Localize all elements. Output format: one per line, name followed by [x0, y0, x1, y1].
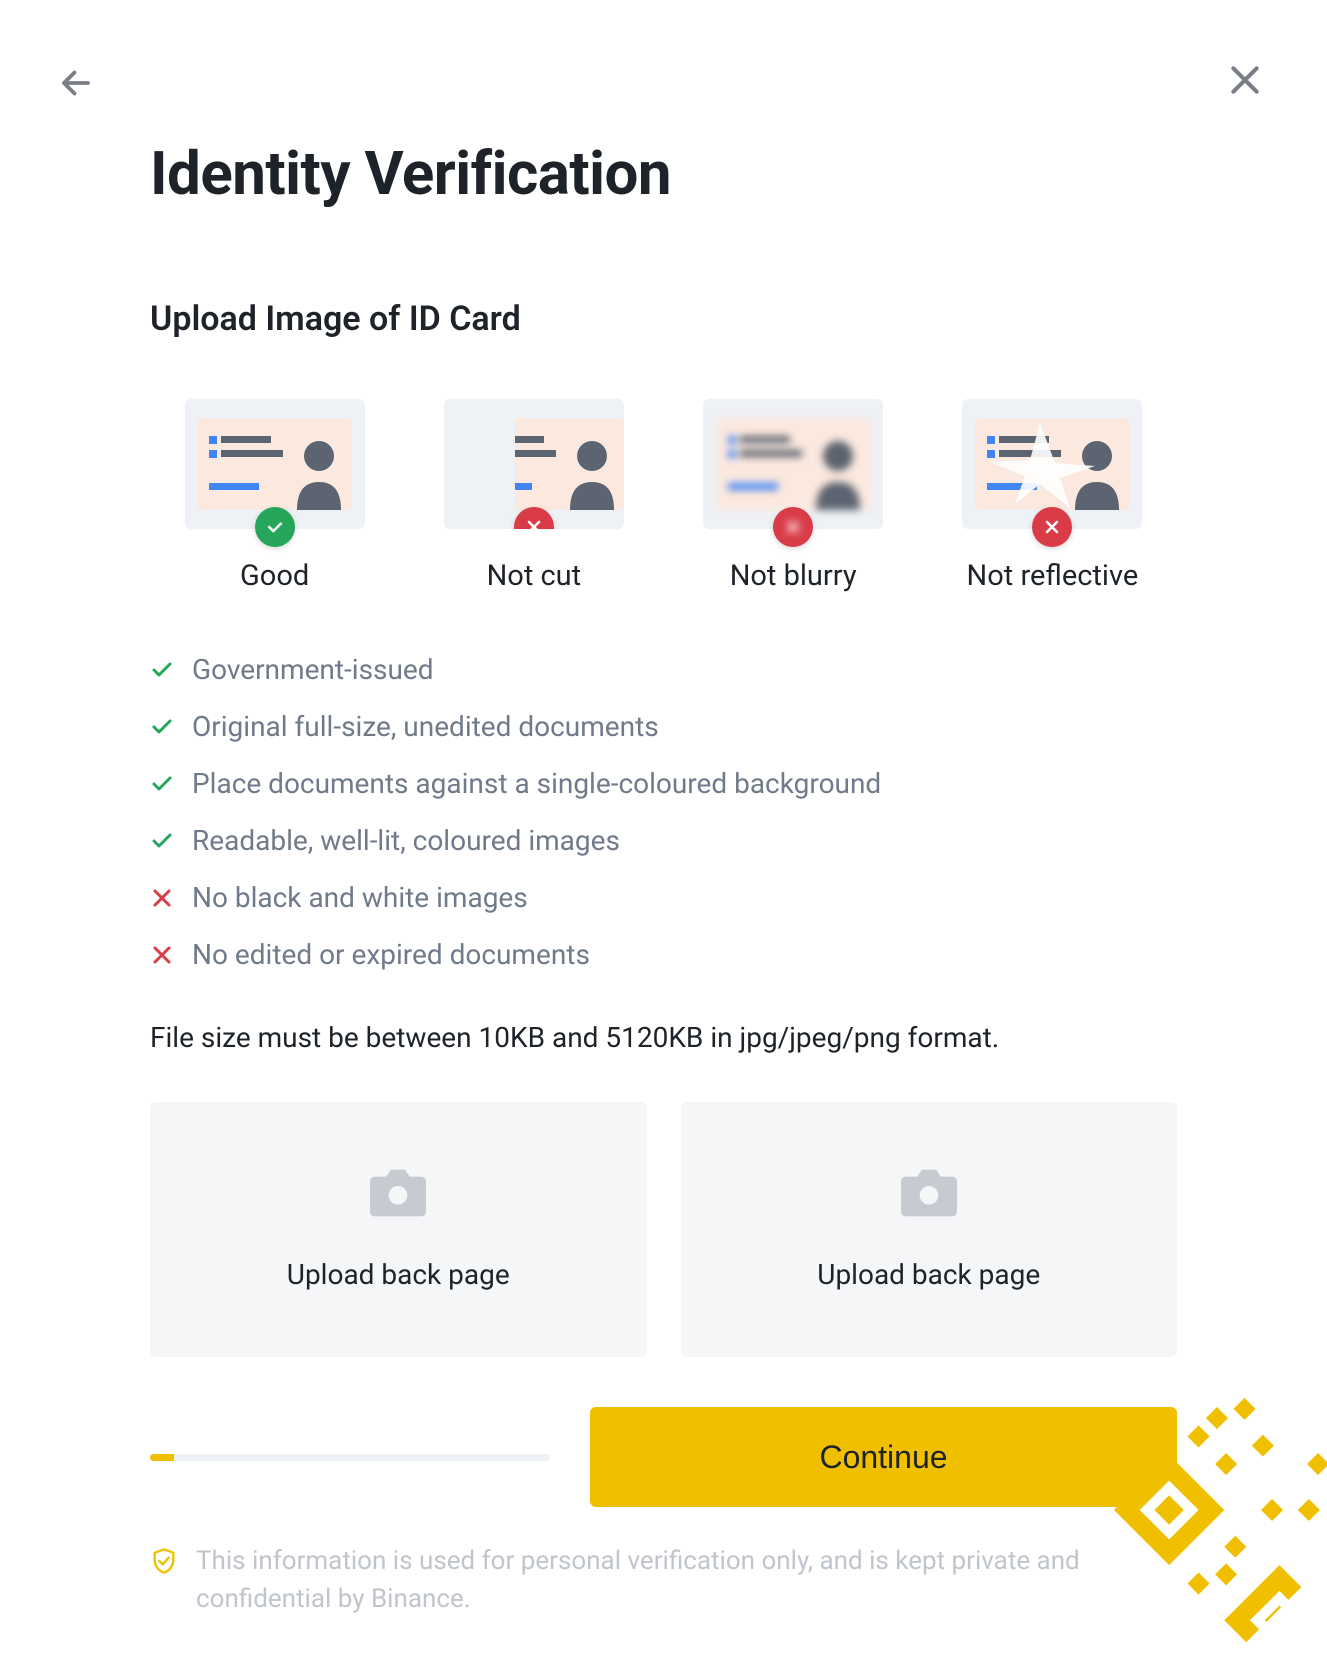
x-icon — [150, 943, 174, 967]
disclaimer: This information is used for personal ve… — [150, 1543, 1177, 1618]
file-requirements-text: File size must be between 10KB and 5120K… — [150, 1021, 1177, 1054]
example-label: Good — [240, 559, 309, 593]
upload-box-right[interactable]: Upload back page — [681, 1102, 1178, 1357]
id-card-cut-icon — [515, 418, 624, 510]
check-icon — [150, 829, 174, 853]
id-card-blurry-icon — [716, 418, 871, 510]
upload-label: Upload back page — [287, 1258, 510, 1291]
example-good: Good — [150, 399, 399, 593]
section-subtitle: Upload Image of ID Card — [150, 299, 1177, 339]
check-icon — [150, 658, 174, 682]
example-label: Not cut — [487, 559, 582, 593]
check-icon — [150, 715, 174, 739]
requirement-item: Government-issued — [150, 653, 1177, 686]
x-badge-icon — [773, 507, 813, 547]
example-not-reflective: Not reflective — [928, 399, 1177, 593]
requirement-item: No edited or expired documents — [150, 938, 1177, 971]
id-card-icon — [197, 418, 352, 510]
requirement-text: Original full-size, unedited documents — [192, 710, 659, 743]
example-label: Not blurry — [730, 559, 857, 593]
requirement-text: No black and white images — [192, 881, 528, 914]
upload-box-left[interactable]: Upload back page — [150, 1102, 647, 1357]
progress-bar — [150, 1454, 550, 1461]
requirement-item: Place documents against a single-coloure… — [150, 767, 1177, 800]
requirement-text: No edited or expired documents — [192, 938, 590, 971]
x-badge-icon — [514, 507, 554, 529]
shield-check-icon — [150, 1547, 178, 1575]
requirement-text: Government-issued — [192, 653, 434, 686]
camera-icon — [370, 1168, 426, 1218]
example-not-cut: Not cut — [409, 399, 658, 593]
x-icon — [150, 886, 174, 910]
requirements-list: Government-issued Original full-size, un… — [150, 653, 1177, 971]
requirement-text: Place documents against a single-coloure… — [192, 767, 881, 800]
x-badge-icon — [1032, 507, 1072, 547]
checkmark-badge-icon — [255, 507, 295, 547]
page-title: Identity Verification — [150, 138, 1177, 209]
requirement-item: Original full-size, unedited documents — [150, 710, 1177, 743]
id-card-reflective-icon — [975, 418, 1130, 510]
progress-fill — [150, 1454, 174, 1461]
example-label: Not reflective — [967, 559, 1139, 593]
upload-label: Upload back page — [817, 1258, 1040, 1291]
requirement-text: Readable, well-lit, coloured images — [192, 824, 620, 857]
camera-icon — [901, 1168, 957, 1218]
examples-row: Good Not cut — [150, 399, 1177, 593]
disclaimer-text: This information is used for personal ve… — [196, 1543, 1117, 1618]
requirement-item: No black and white images — [150, 881, 1177, 914]
continue-button[interactable]: Continue — [590, 1407, 1177, 1507]
check-icon — [150, 772, 174, 796]
example-not-blurry: Not blurry — [669, 399, 918, 593]
requirement-item: Readable, well-lit, coloured images — [150, 824, 1177, 857]
